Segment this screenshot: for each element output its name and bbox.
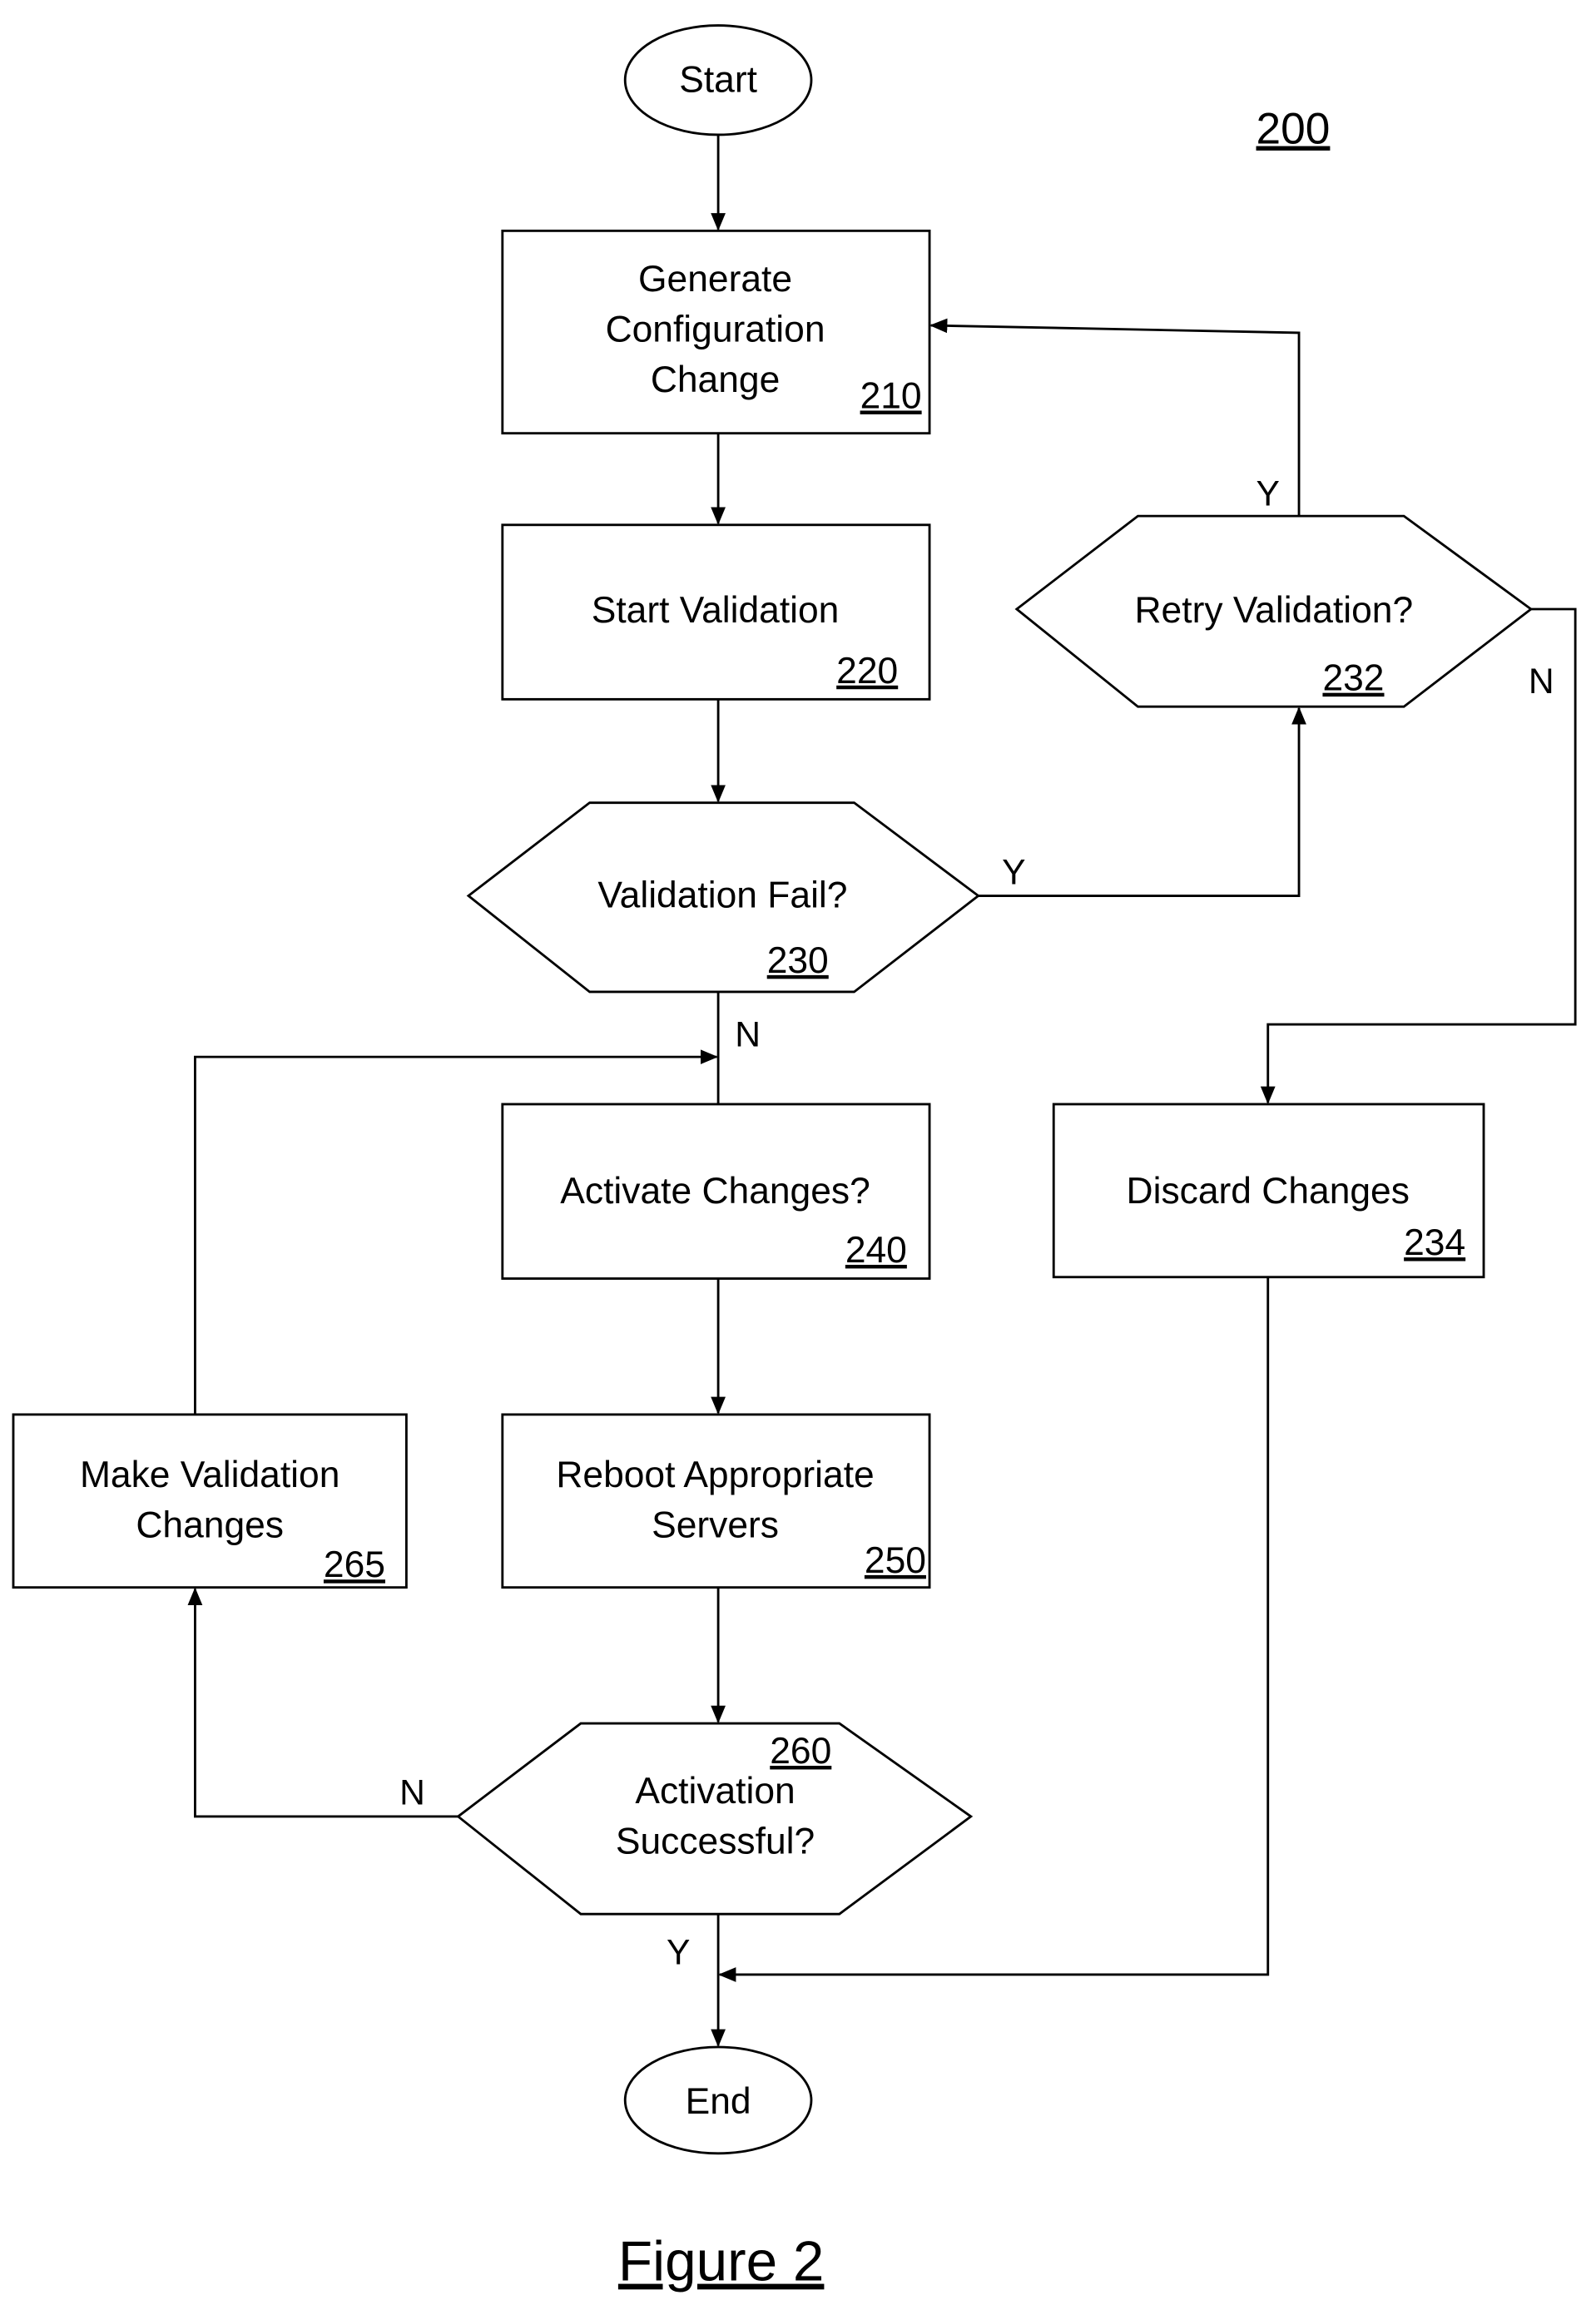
node-232-retry-validation: Retry Validation? 232 bbox=[1014, 514, 1534, 708]
node-210-ref: 210 bbox=[860, 375, 922, 416]
node-234-discard-changes: Discard Changes 234 bbox=[1052, 1103, 1485, 1279]
node-232-ref: 232 bbox=[1322, 658, 1384, 699]
node-210-line-2: Configuration bbox=[606, 310, 825, 350]
node-234-line-1: Discard Changes bbox=[1127, 1171, 1410, 1212]
node-250-ref: 250 bbox=[865, 1540, 926, 1581]
edge-label-n-232: N bbox=[1529, 662, 1554, 701]
flowchart-diagram: 200 Start Generate Configuration Change … bbox=[12, 24, 1577, 2293]
end-terminal: End bbox=[623, 2045, 813, 2155]
edge-232-to-210 bbox=[929, 318, 1301, 517]
node-240-line-1: Activate Changes? bbox=[560, 1171, 870, 1212]
node-260-ref: 260 bbox=[770, 1731, 831, 1772]
node-210-generate-configuration-change: Generate Configuration Change 210 bbox=[501, 229, 931, 435]
node-250-line-2: Servers bbox=[652, 1504, 779, 1545]
start-label: Start bbox=[679, 59, 757, 100]
edge-label-n-260: N bbox=[399, 1773, 425, 1813]
node-220-line-1: Start Validation bbox=[592, 590, 840, 631]
node-265-line-2: Changes bbox=[136, 1504, 284, 1545]
node-265-line-1: Make Validation bbox=[80, 1455, 340, 1495]
node-210-line-1: Generate bbox=[638, 259, 792, 300]
figure-caption: Figure 2 bbox=[618, 2231, 825, 2293]
edge-label-y-230: Y bbox=[1002, 852, 1025, 892]
node-220-start-validation: Start Validation 220 bbox=[501, 523, 931, 701]
node-210-line-3: Change bbox=[651, 359, 780, 400]
node-240-ref: 240 bbox=[845, 1230, 907, 1271]
edge-230-to-232 bbox=[978, 706, 1306, 897]
node-265-make-validation-changes: Make Validation Changes 265 bbox=[12, 1413, 408, 1589]
edge-label-n-230: N bbox=[735, 1015, 761, 1055]
node-240-activate-changes: Activate Changes? 240 bbox=[501, 1103, 931, 1280]
end-label: End bbox=[686, 2081, 751, 2122]
diagram-number: 200 bbox=[1256, 105, 1331, 154]
start-terminal: Start bbox=[623, 24, 813, 136]
node-234-ref: 234 bbox=[1404, 1222, 1465, 1263]
node-230-validation-fail: Validation Fail? 230 bbox=[466, 801, 981, 994]
node-265-ref: 265 bbox=[324, 1544, 385, 1585]
edge-label-y-232: Y bbox=[1256, 474, 1280, 514]
node-250-reboot-appropriate-servers: Reboot Appropriate Servers 250 bbox=[501, 1413, 931, 1589]
node-220-ref: 220 bbox=[836, 651, 898, 691]
node-232-line-1: Retry Validation? bbox=[1135, 590, 1414, 631]
node-260-line-1: Activation bbox=[635, 1771, 795, 1812]
node-260-line-2: Successful? bbox=[616, 1821, 815, 1861]
node-230-line-1: Validation Fail? bbox=[597, 875, 847, 916]
node-230-ref: 230 bbox=[767, 940, 829, 981]
node-250-line-1: Reboot Appropriate bbox=[556, 1455, 874, 1495]
node-260-activation-successful: 260 Activation Successful? bbox=[456, 1722, 974, 1916]
edge-label-y-260: Y bbox=[667, 1933, 690, 1973]
